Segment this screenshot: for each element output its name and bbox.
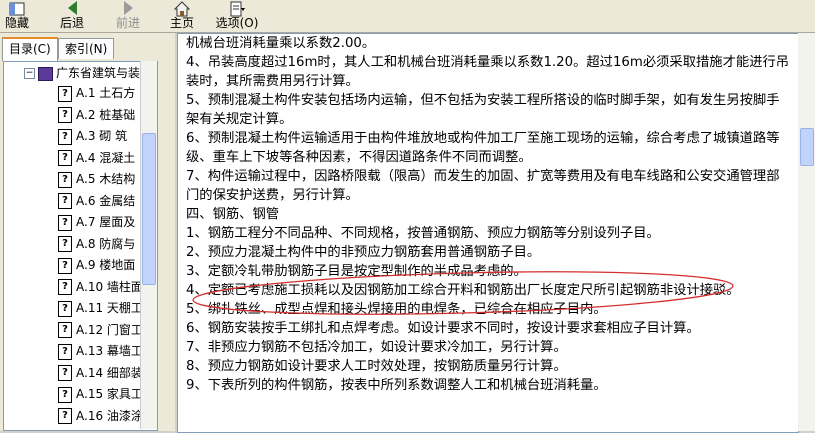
help-page-icon: ? <box>58 128 72 145</box>
book-icon <box>38 66 53 81</box>
help-page-icon: ? <box>58 171 72 188</box>
paragraph: 6、预制混凝土构件运输适用于由构件堆放地或构件加工厂至施工现场的运输，综合考虑了… <box>186 131 780 165</box>
paragraph: 5、预制混凝土构件安装包括场内运输，但不包括为安装工程所搭设的临时脚手架，如有发… <box>186 93 780 127</box>
paragraph: 9、下表所列的构件钢筋，按表中所列系数调整人工和机械台班消耗量。 <box>186 378 607 393</box>
tree-item-label: A.15 家具工 <box>76 387 143 401</box>
paragraph: 4、吊装高度超过16m时，其人工和机械台班消耗量乘以系数1.20。超过16m必须… <box>186 55 790 89</box>
paragraph: 6、钢筋安装按手工绑扎和点焊考虑。如设计要求不同时，按设计要求套相应子目计算。 <box>186 321 700 336</box>
tree-item[interactable]: ? A.2 桩基础 <box>58 106 135 124</box>
tree-item[interactable]: ? A.6 金属结 <box>58 192 135 210</box>
paragraph: 7、构件运输过程中，因路桥限载（限高）而发生的加固、扩宽等费用及有电车线路和公安… <box>186 169 780 203</box>
help-page-icon: ? <box>58 107 72 123</box>
options-button[interactable]: 选项(O) <box>214 0 260 32</box>
tree-item-label: A.13 幕墙工 <box>76 344 143 358</box>
tree-item[interactable]: ? A.8 防腐与 <box>58 235 135 253</box>
paragraph: 8、预应力钢筋如设计要求人工时效处理，按钢筋质量另行计算。 <box>186 359 567 374</box>
paragraph: 3、定额冷轧带肋钢筋子目是按定型制作的半成品考虑的。 <box>186 264 527 279</box>
tree-item-label: A.10 墙柱面 <box>76 279 143 294</box>
nav-tabs: 目录(C) 索引(N) <box>2 37 172 61</box>
tree-item-label: A.3 砌 筑 <box>76 129 128 143</box>
tree-item[interactable]: ? A.4 混凝土 <box>58 149 135 167</box>
tree-item-label: A.11 天棚工 <box>76 301 143 315</box>
hide-button[interactable]: 隐藏 <box>0 0 34 32</box>
help-page-icon: ? <box>58 279 72 295</box>
tree-item[interactable]: ? A.14 细部装 <box>58 364 143 382</box>
help-page-icon: ? <box>58 193 72 209</box>
tree-item[interactable]: ? A.1 土石方 <box>58 84 135 102</box>
tree-item[interactable]: ? A.7 屋面及 <box>58 213 135 231</box>
tree-item[interactable]: ? A.12 门窗工 <box>58 321 143 339</box>
tree-item-label: A.7 屋面及 <box>76 215 136 229</box>
help-page-icon: ? <box>58 322 72 338</box>
navigation-pane: 目录(C) 索引(N) − 广东省建筑与装 ? A.1 土石方? A.2 桩基础? A.… <box>0 33 175 431</box>
tree-item-label: A.8 防腐与 <box>76 236 136 251</box>
tree-item[interactable]: ? A.15 家具工 <box>58 385 143 403</box>
paragraph: 1、钢筋工程分不同品种、不同规格，按普通钢筋、预应力钢筋等分别设列子目。 <box>186 226 660 241</box>
tree-scrollbar-thumb[interactable] <box>142 133 156 285</box>
topic-text: 机械台班消耗量乘以系数2.00。 4、吊装高度超过16m时，其人工和机械台班消耗… <box>186 34 791 395</box>
tree-item[interactable]: ? A.10 墙柱面 <box>58 278 143 296</box>
tree-root[interactable]: − 广东省建筑与装 <box>24 64 140 82</box>
tree-item-label: A.9 楼地面 <box>76 258 136 272</box>
topic-content: 机械台班消耗量乘以系数2.00。 4、吊装高度超过16m时，其人工和机械台班消耗… <box>177 33 799 433</box>
tree-item-label: A.4 混凝土 <box>76 150 136 165</box>
home-button[interactable]: 主页 <box>166 0 198 32</box>
paragraph: 四、钢筋、钢管 <box>186 207 280 222</box>
tree-item-label: A.14 细部装 <box>76 365 143 380</box>
help-page-icon: ? <box>58 236 72 252</box>
tree-item[interactable]: ? A.13 幕墙工 <box>58 342 143 360</box>
collapse-icon[interactable]: − <box>24 68 35 79</box>
contents-tree[interactable]: − 广东省建筑与装 ? A.1 土石方? A.2 桩基础? A.3 砌 筑? A.4 混凝… <box>3 61 158 431</box>
tree-item-label: A.2 桩基础 <box>76 107 136 122</box>
tree-item-label: A.16 油漆涂 <box>76 408 143 423</box>
help-page-icon: ? <box>58 343 72 360</box>
paragraph: 7、非预应力钢筋不包括冷加工，如设计要求冷加工，另行计算。 <box>186 340 567 355</box>
help-page-icon: ? <box>58 257 72 274</box>
toolbar: 隐藏 后退 前进 主页 选项(O) <box>0 0 815 33</box>
content-scrollbar[interactable] <box>798 33 815 431</box>
tree-item-label: A.12 门窗工 <box>76 322 143 337</box>
tab-index[interactable]: 索引(N) <box>58 38 115 59</box>
help-page-icon: ? <box>58 214 72 231</box>
tree-item[interactable]: ? A.16 油漆涂 <box>58 407 143 425</box>
help-page-icon: ? <box>58 408 72 424</box>
tree-item-label: A.5 木结构 <box>76 172 136 186</box>
help-page-icon: ? <box>58 365 72 381</box>
paragraph: 2、预应力混凝土构件中的非预应力钢筋套用普通钢筋子目。 <box>186 245 541 260</box>
paragraph: 4、定额已考虑施工损耗以及因钢筋加工综合开料和钢筋出厂长度定尺所引起钢筋非设计接… <box>186 283 740 298</box>
tree-item-label: A.6 金属结 <box>76 193 136 208</box>
paragraph: 5、绑扎铁丝、成型点焊和接头焊接用的电焊条，已综合在相应子目内。 <box>186 302 607 317</box>
help-page-icon: ? <box>58 85 72 102</box>
tree-item[interactable]: ? A.11 天棚工 <box>58 299 143 317</box>
tree-item[interactable]: ? A.3 砌 筑 <box>58 127 127 145</box>
paragraph: 机械台班消耗量乘以系数2.00。 <box>186 36 376 51</box>
help-page-icon: ? <box>58 300 72 317</box>
tree-item[interactable]: ? A.9 楼地面 <box>58 256 135 274</box>
help-page-icon: ? <box>58 150 72 166</box>
help-page-icon: ? <box>58 386 72 403</box>
back-button[interactable]: 后退 <box>56 0 88 32</box>
forward-button[interactable]: 前进 <box>112 0 144 32</box>
tree-item-label: A.1 土石方 <box>76 86 136 100</box>
tree-item[interactable]: ? A.5 木结构 <box>58 170 135 188</box>
content-scrollbar-thumb[interactable] <box>800 128 814 166</box>
tab-contents[interactable]: 目录(C) <box>2 37 58 61</box>
